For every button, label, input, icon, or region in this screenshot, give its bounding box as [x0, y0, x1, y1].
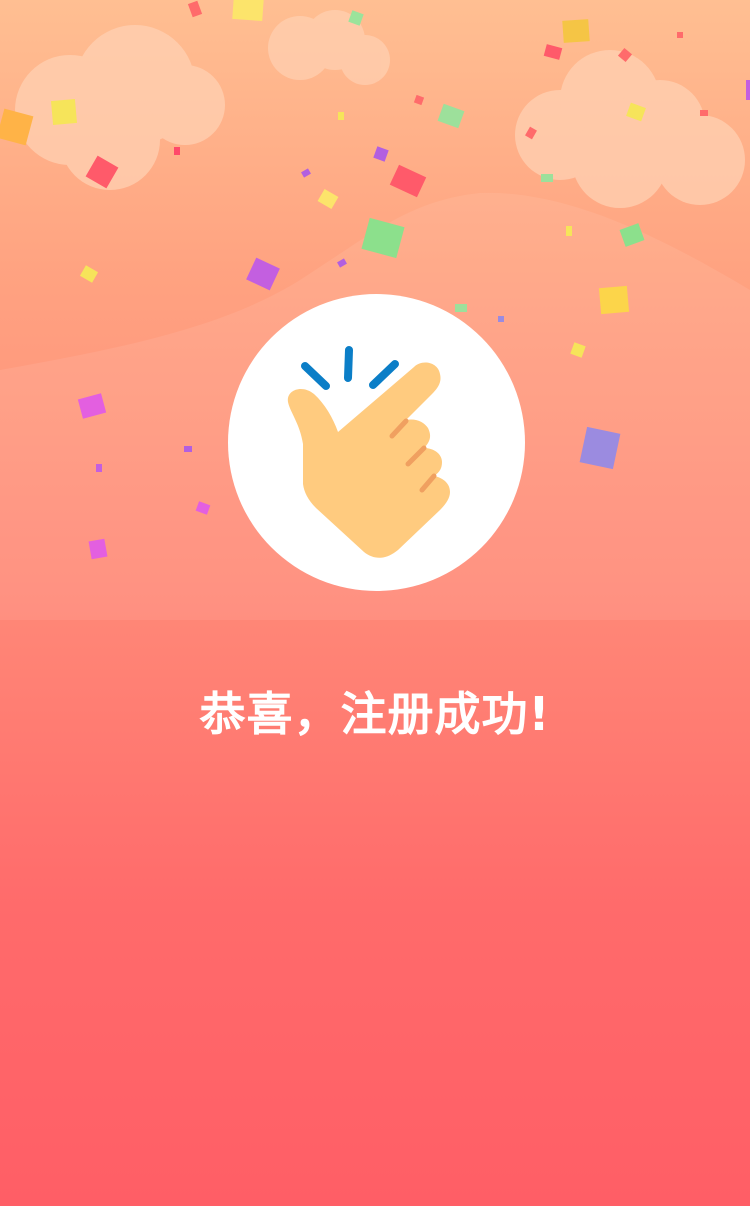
success-badge — [228, 294, 525, 591]
hand-shape — [287, 362, 450, 558]
cloud-right — [515, 50, 745, 208]
snap-lines — [301, 346, 399, 390]
success-message: 恭喜，注册成功! — [199, 687, 551, 741]
cloud-top — [268, 10, 390, 85]
cloud-left — [15, 25, 225, 190]
finger-snap-icon — [287, 346, 450, 558]
registration-success-screen: 恭喜，注册成功! — [0, 0, 750, 1206]
